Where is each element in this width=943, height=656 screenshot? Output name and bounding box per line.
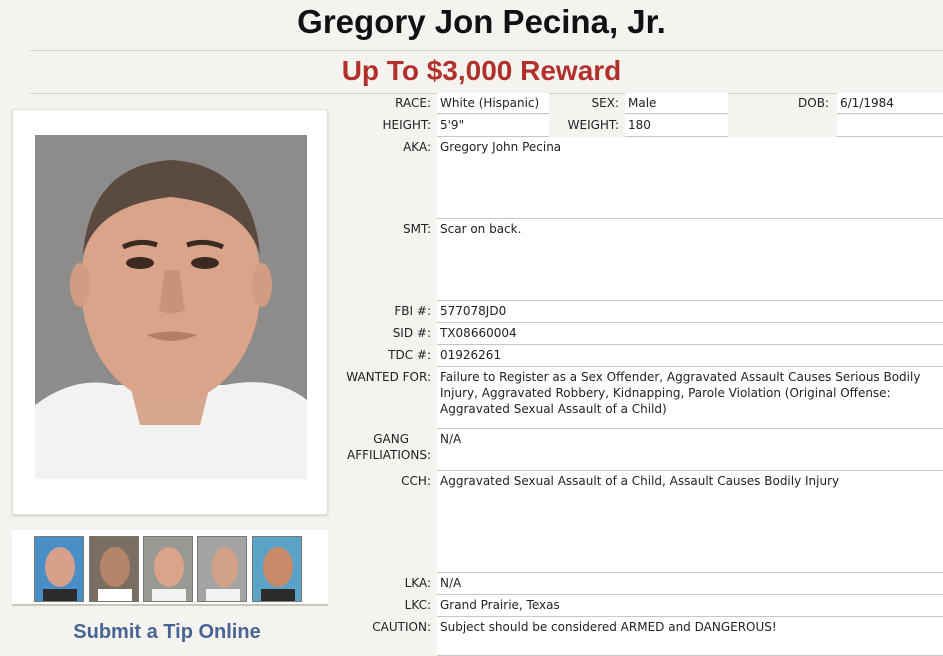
cch-value: Aggravated Sexual Assault of a Child, As… bbox=[437, 471, 943, 573]
height-label: HEIGHT: bbox=[382, 118, 431, 132]
photo-frame bbox=[12, 109, 328, 515]
cch-label: CCH: bbox=[401, 474, 431, 488]
weight-label: WEIGHT: bbox=[567, 118, 619, 132]
thumbnail-photo-5[interactable] bbox=[252, 536, 302, 602]
divider bbox=[30, 50, 943, 51]
fbi-value: 577078JD0 bbox=[437, 301, 943, 323]
weight-value: 180 bbox=[625, 115, 728, 137]
page-title: Gregory Jon Pecina, Jr. bbox=[297, 3, 666, 40]
race-label: RACE: bbox=[395, 96, 431, 110]
thumbnail-photo-4[interactable] bbox=[197, 536, 247, 602]
sex-label: SEX: bbox=[591, 96, 619, 110]
submit-tip-link[interactable]: Submit a Tip Online bbox=[12, 620, 322, 644]
aka-label: AKA: bbox=[403, 140, 431, 154]
lka-label: LKA: bbox=[404, 576, 431, 590]
dob-label: DOB: bbox=[798, 96, 829, 110]
sid-label: SID #: bbox=[392, 326, 431, 340]
lkc-value: Grand Prairie, Texas bbox=[437, 595, 943, 617]
tdc-value: 01926261 bbox=[437, 345, 943, 367]
thumbnail-strip bbox=[12, 530, 328, 606]
dob-value: 6/1/1984 bbox=[837, 93, 943, 114]
caution-value: Subject should be considered ARMED and D… bbox=[437, 617, 943, 656]
gang-label-line1: GANG bbox=[373, 432, 409, 446]
empty-cell bbox=[837, 115, 943, 137]
gang-label-line2: AFFILIATIONS: bbox=[346, 448, 431, 462]
lkc-label: LKC: bbox=[404, 598, 431, 612]
mugshot-photo bbox=[35, 135, 307, 479]
tdc-label: TDC #: bbox=[388, 348, 431, 362]
thumbnail-photo-3[interactable] bbox=[143, 536, 193, 602]
thumbnail-photo-2[interactable] bbox=[89, 536, 139, 602]
reward-amount: Up To $3,000 Reward bbox=[341, 55, 622, 86]
wanted-value: Failure to Register as a Sex Offender, A… bbox=[437, 367, 943, 429]
fbi-label: FBI #: bbox=[394, 304, 431, 318]
sid-value: TX08660004 bbox=[437, 323, 943, 345]
caution-label: CAUTION: bbox=[372, 620, 431, 634]
wanted-label: WANTED FOR: bbox=[346, 370, 431, 384]
smt-label: SMT: bbox=[402, 222, 431, 236]
thumbnail-photo-1[interactable] bbox=[34, 536, 84, 602]
height-value: 5'9" bbox=[437, 115, 549, 137]
sex-value: Male bbox=[625, 93, 728, 114]
lka-value: N/A bbox=[437, 573, 943, 595]
race-value: White (Hispanic) bbox=[437, 93, 549, 114]
aka-value: Gregory John Pecina bbox=[437, 137, 943, 219]
gang-value: N/A bbox=[437, 429, 943, 471]
smt-value: Scar on back. bbox=[437, 219, 943, 301]
